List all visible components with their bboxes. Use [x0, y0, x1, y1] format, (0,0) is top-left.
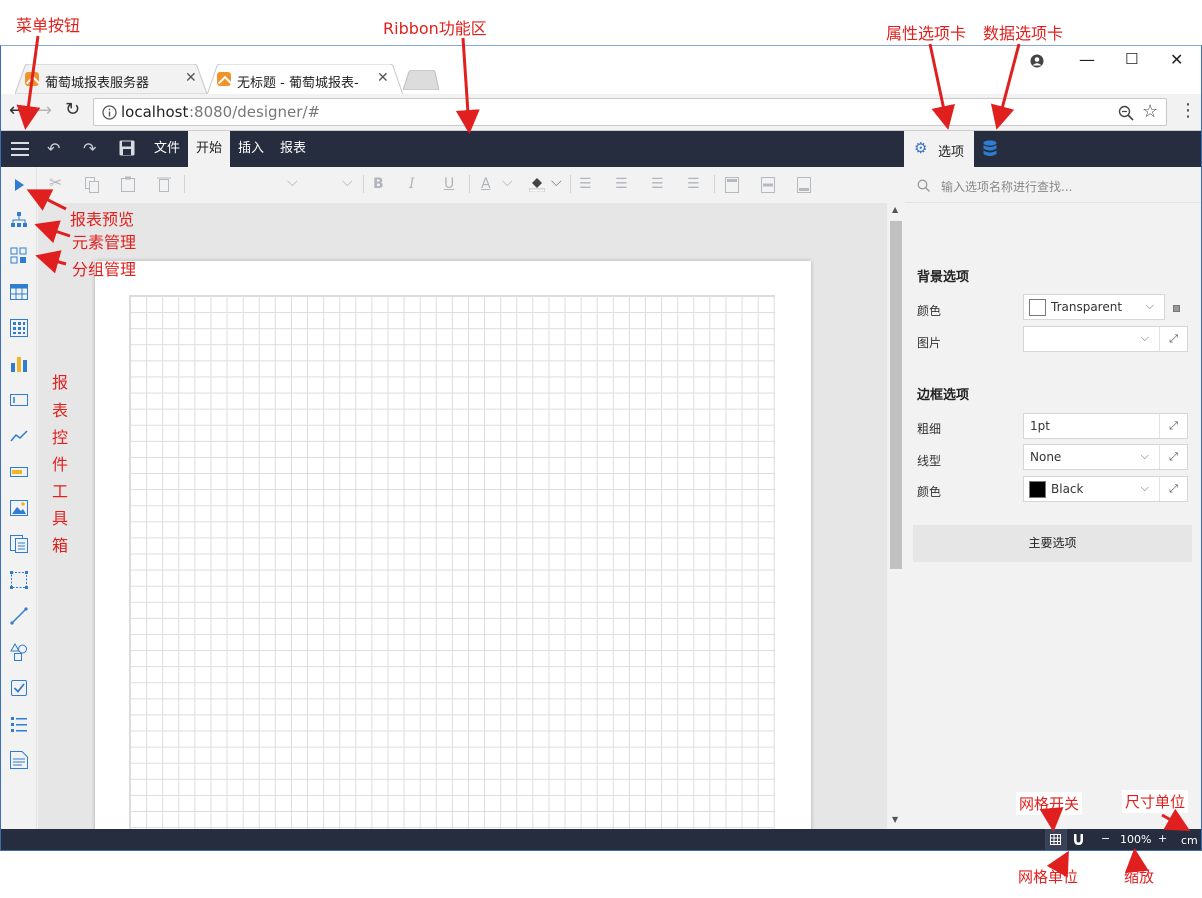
arrow-group-manager — [35, 250, 67, 274]
screenshot-root: 葡萄城报表服务器 ✕ 无标题 - 葡萄城报表-在线 ✕ — ☐ ✕ ← → ↻ — [0, 0, 1202, 898]
arrow-size-unit — [1161, 808, 1191, 831]
arrow-ribbon — [455, 37, 480, 134]
arrow-zoom — [1124, 848, 1149, 874]
arrow-property-tab — [928, 43, 955, 130]
annotation-arrows — [16, 35, 1191, 878]
arrow-data-tab — [990, 43, 1021, 130]
arrow-element-manager — [34, 220, 71, 244]
arrow-grid-toggle — [1039, 807, 1064, 832]
arrow-report-preview — [26, 189, 67, 211]
arrow-grid-unit — [1046, 850, 1069, 878]
arrow-menu-button — [16, 35, 41, 130]
